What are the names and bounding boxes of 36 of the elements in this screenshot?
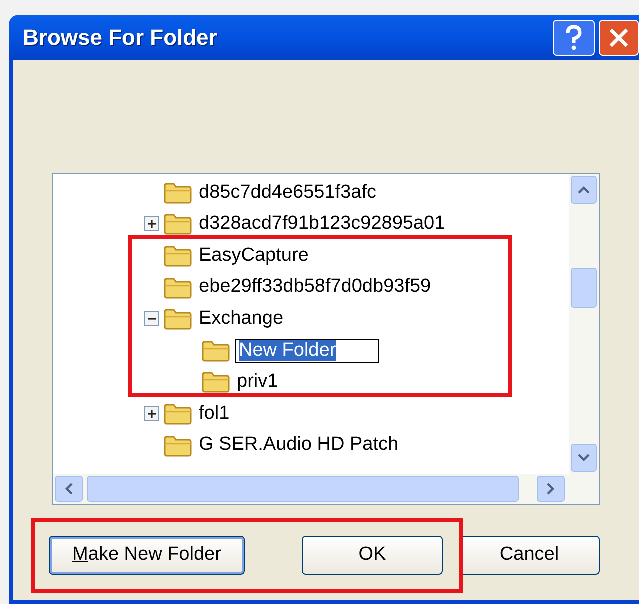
window-title: Browse For Folder — [23, 24, 218, 52]
help-button[interactable] — [553, 20, 595, 56]
collapse-icon[interactable] — [144, 311, 160, 328]
scroll-up-button[interactable] — [571, 176, 597, 204]
folder-label[interactable]: d85c7dd4e6551f3afc — [199, 178, 376, 208]
folder-icon — [163, 212, 193, 236]
folder-icon — [201, 338, 231, 363]
folder-icon — [201, 370, 231, 394]
folder-label[interactable]: fol1 — [199, 400, 230, 428]
scroll-left-button[interactable] — [55, 476, 83, 502]
folder-label[interactable]: G SER.Audio HD Patch — [199, 431, 399, 460]
horizontal-scrollbar[interactable] — [53, 474, 599, 504]
folder-label[interactable]: EasyCapture — [199, 242, 309, 270]
close-button[interactable] — [599, 20, 639, 56]
folder-label[interactable]: d328acd7f91b123c92895a01 — [199, 210, 446, 239]
question-mark-icon — [564, 24, 584, 50]
folder-icon — [163, 434, 193, 458]
scroll-thumb[interactable] — [87, 476, 519, 502]
dialog-button[interactable]: OK — [302, 536, 443, 575]
expand-icon[interactable] — [144, 406, 160, 422]
dialog-button[interactable]: Make New Folder — [49, 536, 245, 575]
folder-label[interactable]: ebe29ff33db58f7d0db93f59 — [199, 273, 432, 302]
folder-icon — [163, 244, 193, 268]
folder-icon — [163, 307, 193, 332]
expand-icon[interactable] — [144, 216, 160, 232]
folder-icon — [163, 402, 193, 426]
folder-label[interactable]: Exchange — [199, 304, 284, 334]
close-icon — [608, 26, 630, 48]
scroll-right-button[interactable] — [537, 476, 565, 502]
folder-icon — [163, 180, 193, 205]
vertical-scrollbar[interactable] — [569, 174, 599, 474]
folder-label[interactable]: priv1 — [237, 368, 278, 397]
rename-field[interactable]: New Folder — [235, 338, 379, 363]
folder-icon — [163, 276, 193, 300]
scroll-down-button[interactable] — [571, 444, 597, 472]
scroll-thumb[interactable] — [571, 268, 597, 308]
